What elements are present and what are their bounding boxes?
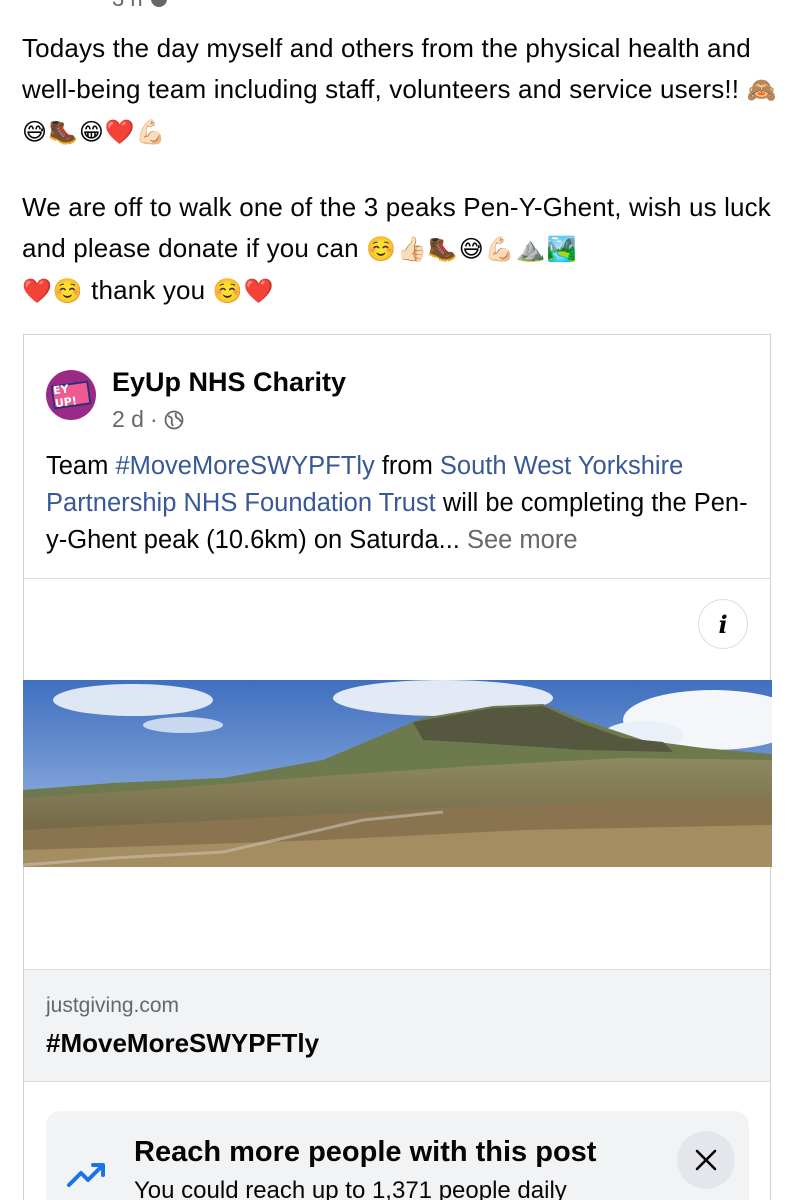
info-button[interactable]: i (698, 599, 748, 649)
post-paragraph-1-text: Todays the day myself and others from th… (22, 33, 751, 104)
page-name[interactable]: EyUp NHS Charity (112, 367, 346, 398)
link-preview[interactable]: justgiving.com #MoveMoreSWYPFTly (24, 969, 770, 1082)
see-more-link[interactable]: See more (467, 526, 578, 554)
text-mid: from (374, 452, 440, 480)
boost-title: Reach more people with this post (134, 1136, 597, 1168)
friends-icon (150, 0, 167, 7)
meta-separator: · (149, 406, 158, 432)
post-paragraph-2-tail: thank you (83, 275, 213, 305)
boost-prompt[interactable]: Reach more people with this post You cou… (46, 1111, 749, 1200)
post-meta-top: 3 h (112, 0, 167, 12)
avatar-logo: EY UP! (50, 380, 92, 410)
post-body: Todays the day myself and others from th… (22, 28, 782, 312)
globe-icon (164, 410, 184, 429)
boost-subtitle: You could reach up to 1,371 people daily (134, 1177, 567, 1200)
page-avatar[interactable]: EY UP! (46, 370, 96, 420)
post-photo[interactable] (23, 680, 772, 867)
post-paragraph-2-emoji: ☺️👍🏻🥾😅💪🏻⛰️🏞️ (366, 235, 578, 263)
post-time: 3 h (112, 0, 143, 12)
post-paragraph-1: Todays the day myself and others from th… (22, 28, 782, 153)
shared-post-card[interactable]: EY UP! EyUp NHS Charity 2 d · Team #Move… (23, 334, 772, 1200)
shared-post-time[interactable]: 2 d (112, 406, 144, 433)
post-paragraph-2-tail-emoji: ☺️❤️ (212, 277, 275, 305)
trending-up-icon (67, 1163, 105, 1187)
link-title: #MoveMoreSWYPFTly (46, 1028, 320, 1058)
shared-post-text: Team #MoveMoreSWYPFTly from South West Y… (46, 448, 761, 559)
link-domain: justgiving.com (46, 994, 180, 1017)
hashtag-link[interactable]: #MoveMoreSWYPFTly (115, 452, 374, 480)
landscape-image (23, 680, 772, 867)
post-paragraph-2: We are off to walk one of the 3 peaks Pe… (22, 187, 782, 312)
close-button[interactable] (677, 1131, 735, 1189)
shared-post-meta: 2 d · (112, 406, 184, 433)
text-prefix: Team (46, 452, 116, 480)
shared-post-header: EY UP! EyUp NHS Charity 2 d · Team #Move… (24, 335, 770, 579)
close-icon (695, 1149, 717, 1171)
post-paragraph-2-emoji-end: ❤️☺️ (22, 277, 84, 305)
